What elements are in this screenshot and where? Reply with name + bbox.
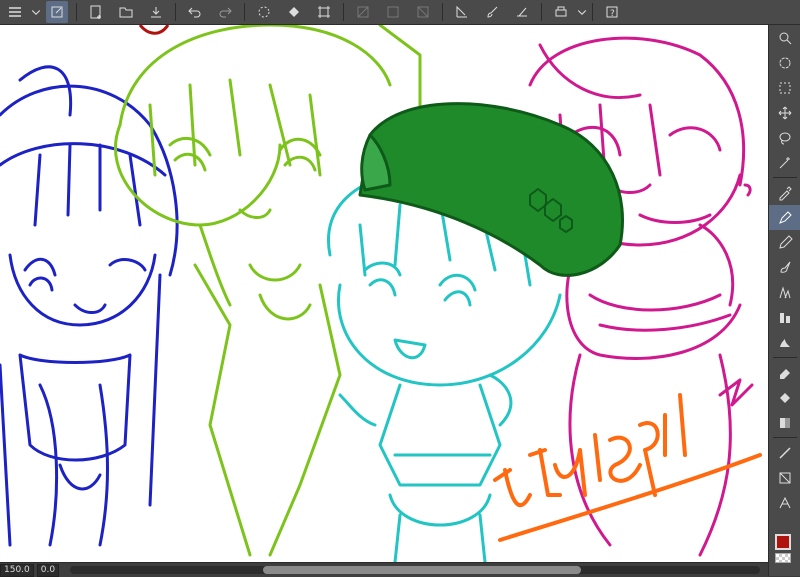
loading-icon[interactable]: [253, 1, 275, 23]
green-character-sketch: [114, 25, 422, 557]
move-tool-icon[interactable]: [769, 100, 800, 125]
redo-icon[interactable]: [214, 1, 236, 23]
blue-character-sketch: [0, 65, 179, 547]
eyedropper-icon[interactable]: [769, 180, 800, 205]
chevron-down-icon[interactable]: [576, 1, 588, 23]
brush-icon[interactable]: [481, 1, 503, 23]
help-icon[interactable]: ?: [601, 1, 623, 23]
toolbar-divider: [343, 3, 344, 21]
brush-tool-icon[interactable]: [769, 255, 800, 280]
new-canvas-icon[interactable]: [85, 1, 107, 23]
ruler-icon[interactable]: [451, 1, 473, 23]
zoom-field[interactable]: 150.0: [0, 563, 34, 577]
tool-divider: [773, 437, 797, 438]
magic-wand-icon[interactable]: [769, 150, 800, 175]
pen-tool-icon[interactable]: [769, 205, 800, 230]
fill-bucket-icon[interactable]: [769, 385, 800, 410]
text-tool-icon[interactable]: [769, 490, 800, 515]
layer-icon[interactable]: [46, 1, 68, 23]
transparent-color-swatch[interactable]: [775, 553, 791, 563]
menu-icon[interactable]: [4, 1, 26, 23]
lasso-tool-icon[interactable]: [769, 125, 800, 150]
main-color-swatch[interactable]: [775, 534, 791, 550]
zoom-tool-icon[interactable]: [769, 25, 800, 50]
drawing-canvas[interactable]: [0, 25, 768, 562]
toolbar-divider: [244, 3, 245, 21]
scroll-thumb[interactable]: [263, 566, 581, 574]
status-bar: 150.0 0.0: [0, 562, 768, 577]
disabled-icon: [382, 1, 404, 23]
tool-divider: [773, 177, 797, 178]
save-icon[interactable]: [145, 1, 167, 23]
figure-tool-icon[interactable]: [769, 465, 800, 490]
fill-icon[interactable]: [283, 1, 305, 23]
signature: [493, 393, 762, 542]
open-folder-icon[interactable]: [115, 1, 137, 23]
selection-tool-icon[interactable]: [769, 75, 800, 100]
disabled-icon: [412, 1, 434, 23]
blend-tool-icon[interactable]: [769, 330, 800, 355]
airbrush-tool-icon[interactable]: [769, 280, 800, 305]
toolbar-divider: [592, 3, 593, 21]
rotate-tool-icon[interactable]: [769, 50, 800, 75]
chevron-down-icon[interactable]: [30, 1, 42, 23]
decoration-tool-icon[interactable]: [769, 305, 800, 330]
pencil-tool-icon[interactable]: [769, 230, 800, 255]
print-icon[interactable]: [550, 1, 572, 23]
eraser-tool-icon[interactable]: [769, 360, 800, 385]
toolbar-divider: [76, 3, 77, 21]
svg-text:?: ?: [610, 9, 615, 19]
stabilizer-icon[interactable]: [511, 1, 533, 23]
toolbar-divider: [442, 3, 443, 21]
gradient-tool-icon[interactable]: [769, 410, 800, 435]
angle-field[interactable]: 0.0: [36, 563, 60, 577]
tool-palette: [768, 25, 800, 576]
undo-icon[interactable]: [184, 1, 206, 23]
transform-icon[interactable]: [313, 1, 335, 23]
tool-divider: [773, 357, 797, 358]
disabled-icon: [352, 1, 374, 23]
toolbar-divider: [175, 3, 176, 21]
horizontal-scrollbar[interactable]: [70, 566, 760, 574]
red-mark: [138, 25, 170, 35]
toolbar-divider: [541, 3, 542, 21]
sketch-artwork: [0, 25, 762, 562]
line-tool-icon[interactable]: [769, 440, 800, 465]
top-toolbar: ?: [0, 0, 800, 25]
